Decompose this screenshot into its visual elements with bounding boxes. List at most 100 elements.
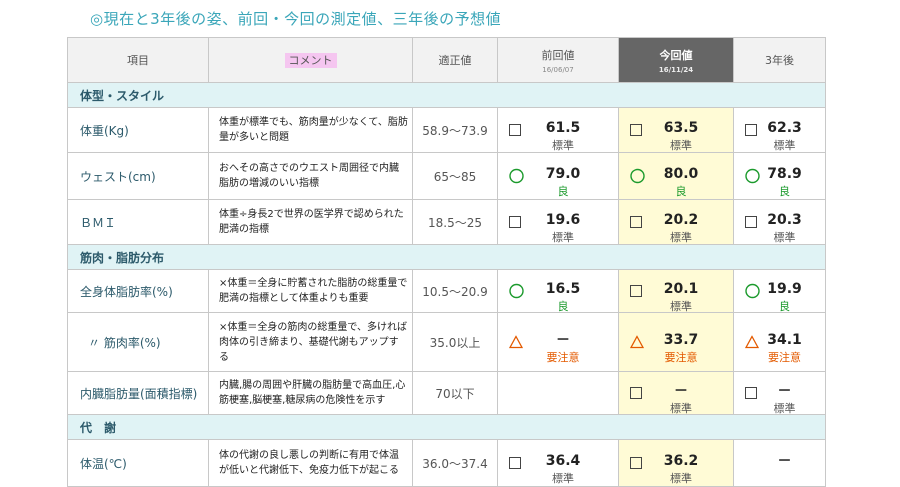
curr-value: 20.2 [663,212,699,229]
curr-value: 33.7 [663,332,699,349]
prev-judgement: 標準 [552,231,574,245]
future-value-cell: 34.1 要注意 [733,312,826,372]
curr-value-cell: 80.0 良 [618,152,734,200]
section-title-muscle: 筋肉・脂肪分布 [67,244,826,270]
curr-value-cell: 36.2 標準 [618,439,734,487]
page-title: ◎現在と3年後の姿、前回・今回の測定値、三年後の予想値 [90,10,502,28]
item-name: 体温(℃) [67,439,209,487]
curr-value-cell: － 標準 [618,371,734,416]
standard-range: 65～85 [412,152,498,200]
previous-label: 前回値 [541,48,575,62]
table-row: 〃 筋肉率(%) ×体重＝全身の筋肉の総重量で、多ければ肉体の引き締まり、基礎代謝… [67,312,826,372]
curr-value-cell: 63.5 標準 [618,107,734,153]
section-row: 体型・スタイル [67,82,826,108]
table-row: 内臓脂肪量(面積指標) 内臓,腸の周囲や肝臓の脂肪量で高血圧,心筋梗塞,脳梗塞,糖… [67,371,826,416]
section-row: 筋肉・脂肪分布 [67,244,826,270]
prev-value-cell: 19.6 標準 [497,199,619,245]
header-comment: コメント [208,37,413,83]
curr-value: 80.0 [663,166,699,183]
curr-value-cell: 20.1 標準 [618,269,734,313]
curr-value: － [674,383,688,400]
prev-judgement: 要注意 [546,351,580,365]
future-judgement: 良 [779,185,790,199]
item-comment: ×体重＝全身に貯蓄された脂肪の総重量で肥満の指標として体重よりも重要 [208,269,413,313]
future-value: 78.9 [767,166,802,183]
table-row: 全身体脂肪率(%) ×体重＝全身に貯蓄された脂肪の総重量で肥満の指標として体重より… [67,269,826,313]
standard-range: 18.5～25 [412,199,498,245]
header-current: 今回値 16/11/24 [618,37,734,83]
future-value-cell: 62.3 標準 [733,107,826,153]
future-value: － [777,383,792,400]
curr-judgement: 標準 [670,231,692,245]
prev-judgement: 標準 [552,472,574,486]
curr-value: 20.1 [663,281,699,298]
item-name: 内臓脂肪量(面積指標) [67,371,209,415]
curr-judgement: 良 [675,185,687,199]
section-row: 代 謝 [67,414,826,440]
future-judgement: 標準 [773,139,796,153]
future-value-cell: 19.9 良 [733,269,826,313]
future-value-cell: － 標準 [733,371,826,416]
item-comment: 体重÷身長2で世界の医学界で認められた肥満の指標 [208,199,413,245]
prev-value: 19.6 [545,212,581,229]
prev-value: － [556,332,570,349]
item-comment: 体重が標準でも、筋肉量が少なくて、脂肪量が多いと問題 [208,107,413,153]
table-row: 体重(Kg) 体重が標準でも、筋肉量が少なくて、脂肪量が多いと問題 58.9～73.… [67,107,826,153]
item-name: 体重(Kg) [67,107,209,153]
prev-value: 79.0 [545,166,581,183]
standard-range: 58.9～73.9 [412,107,498,153]
future-value: 62.3 [767,120,802,137]
standard-range: 10.5～20.9 [412,269,498,313]
item-comment: ×体重＝全身の筋肉の総重量で、多ければ肉体の引き締まり、基礎代謝もアップする [208,312,413,372]
section-title-metab: 代 謝 [67,414,826,440]
item-name: ＢＭＩ [67,199,209,245]
prev-value-cell: 36.4 標準 [497,439,619,487]
item-name: 全身体脂肪率(%) [67,269,209,313]
header-standard: 適正値 [412,37,498,83]
curr-judgement: 標準 [670,139,692,153]
prev-value: 36.4 [545,453,581,470]
prev-value-cell: 79.0 良 [497,152,619,200]
measurement-table: 項目 コメント 適正値 前回値 16/06/07 今回値 16/11/24 3年… [67,37,826,487]
section-title-body: 体型・スタイル [67,82,826,108]
table-row: 体温(℃) 体の代謝の良し悪しの判断に有用で体温が低いと代謝低下、免疫力低下が起こ… [67,439,826,487]
current-label: 今回値 [659,48,693,62]
item-comment: おへその高さでのウエスト周囲径で内臓脂肪の増減のいい指標 [208,152,413,200]
prev-value-cell: 16.5 良 [497,269,619,313]
future-value-cell: 78.9 良 [733,152,826,200]
standard-range: 36.0～37.4 [412,439,498,487]
future-value: 19.9 [767,281,802,298]
prev-value: 61.5 [545,120,581,137]
prev-value: 16.5 [545,281,581,298]
current-date: 16/11/24 [658,65,694,74]
future-value: － [777,453,792,470]
item-name: ウェスト(cm) [67,152,209,200]
future-value: 34.1 [767,332,802,349]
future-value-cell: 20.3 標準 [733,199,826,245]
prev-value-cell [497,371,619,415]
future-judgement: 標準 [773,231,796,245]
header-item: 項目 [67,37,209,83]
curr-value: 63.5 [663,120,699,137]
curr-value-cell: 20.2 標準 [618,199,734,245]
prev-value-cell: － 要注意 [497,312,619,372]
curr-value-cell: 33.7 要注意 [618,312,734,372]
item-name: 〃 筋肉率(%) [67,312,209,372]
item-comment: 体の代謝の良し悪しの判断に有用で体温が低いと代謝低下、免疫力低下が起こる [208,439,413,487]
header-future: 3年後 [733,37,826,83]
future-judgement: 標準 [773,402,796,416]
future-value-cell: － [733,439,826,487]
standard-range: 35.0以上 [412,312,498,372]
header-previous: 前回値 16/06/07 [497,37,619,83]
future-value: 20.3 [767,212,802,229]
future-judgement: 要注意 [768,351,801,365]
table-row: ウェスト(cm) おへその高さでのウエスト周囲径で内臓脂肪の増減のいい指標 65～8… [67,152,826,200]
curr-judgement: 標準 [670,402,692,416]
header-comment-label: コメント [284,53,337,68]
prev-judgement: 標準 [552,139,574,153]
curr-judgement: 要注意 [664,351,698,365]
table-row: ＢＭＩ 体重÷身長2で世界の医学界で認められた肥満の指標 18.5～25 19.6 標準… [67,199,826,245]
prev-judgement: 良 [557,185,569,199]
curr-judgement: 標準 [670,472,692,486]
table-header: 項目 コメント 適正値 前回値 16/06/07 今回値 16/11/24 3年… [67,37,826,83]
